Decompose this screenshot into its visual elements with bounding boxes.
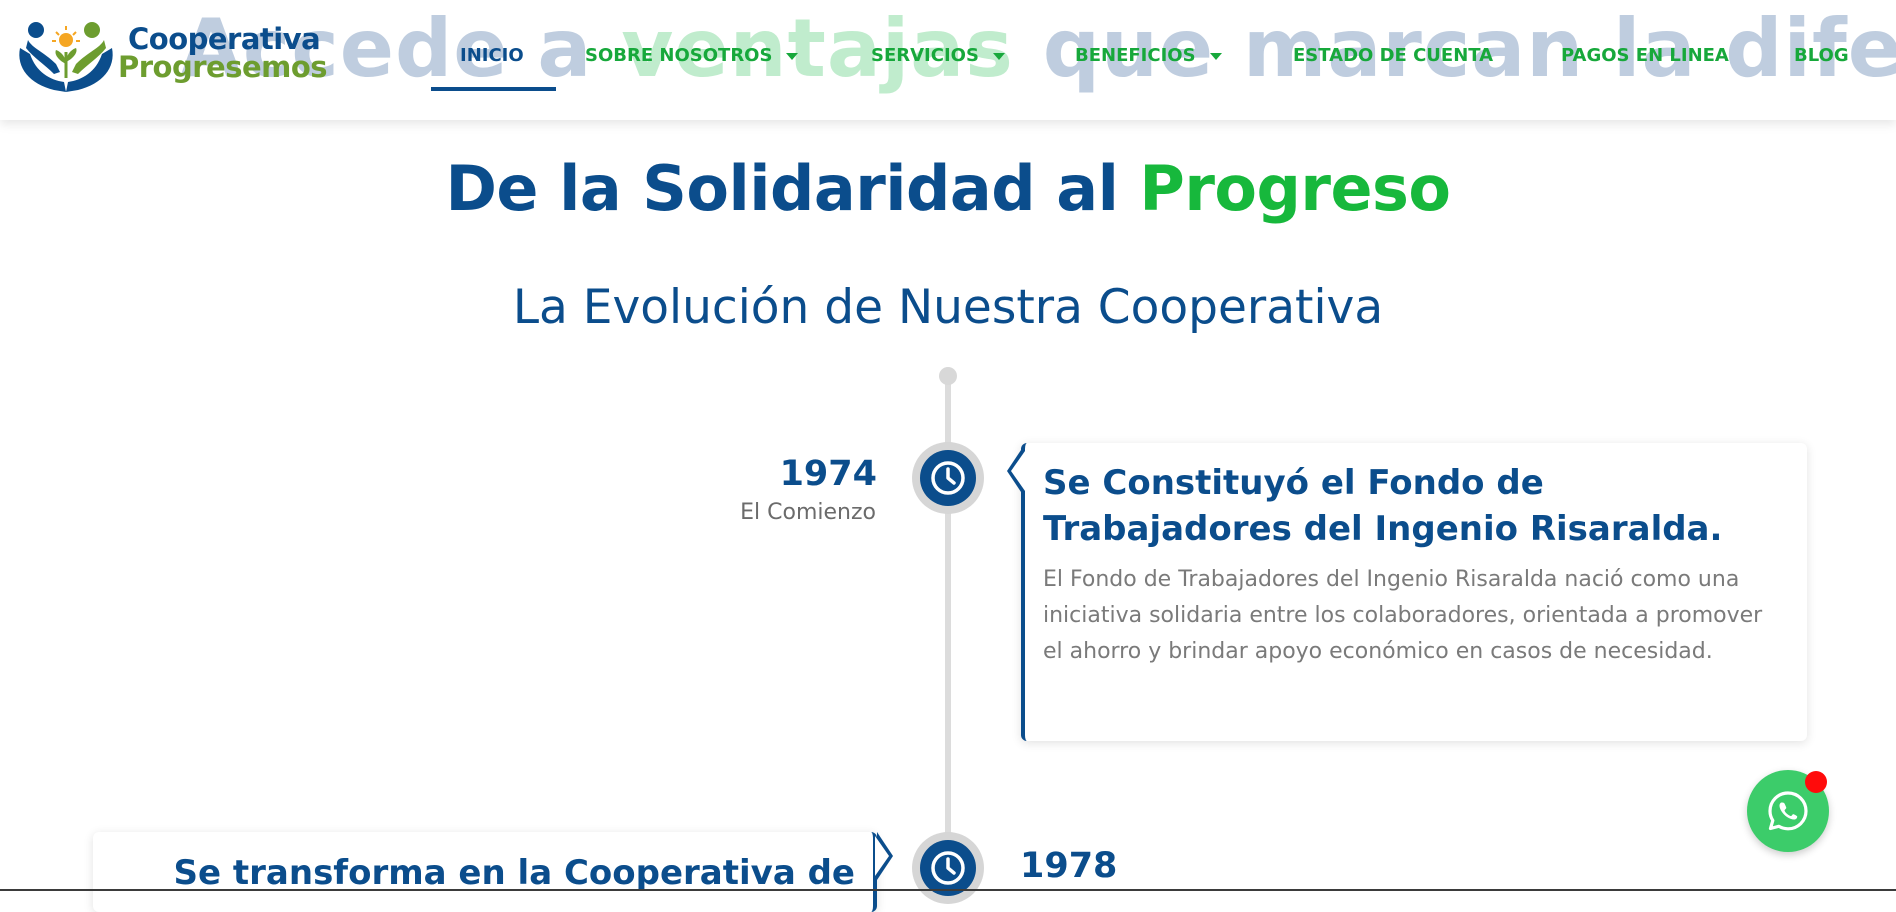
nav-item-label: SERVICIOS (871, 45, 979, 66)
nav-item-estado-de-cuenta[interactable]: ESTADO DE CUENTA (1293, 40, 1493, 72)
timeline-card-text: El Fondo de Trabajadores del Ingenio Ris… (1043, 567, 1763, 664)
site-header: Accede a ventajas que marcan la diferenc… (0, 0, 1896, 120)
nav-item-servicios[interactable]: SERVICIOS (871, 40, 1005, 72)
chevron-down-icon (1209, 52, 1222, 60)
timeline-marker (912, 832, 984, 904)
chevron-down-icon (992, 52, 1005, 60)
nav-item-label: SOBRE NOSOTROS (585, 45, 773, 66)
timeline-marker (912, 442, 984, 514)
nav-item-beneficios[interactable]: BENEFICIOS (1075, 40, 1222, 72)
nav-item-label: INICIO (460, 45, 524, 66)
nav-item-pagos-en-linea[interactable]: PAGOS EN LINEA (1561, 40, 1729, 72)
page-subtitle: La Evolución de Nuestra Cooperativa (512, 280, 1384, 335)
timeline-card: Se transforma en la Cooperativa de (93, 832, 893, 912)
timeline-card-title: Se Constituyó el Fondo de Trabajadores d… (1043, 463, 1723, 549)
timeline-card: Se Constituyó el Fondo de Trabajadores d… (1007, 443, 1807, 741)
brand-logo[interactable]: Cooperativa Progresemos (14, 18, 344, 96)
nav-item-label: PAGOS EN LINEA (1561, 45, 1729, 66)
nav-item-label: BLOG (1794, 45, 1849, 66)
page-title-part1: De la Solidaridad al (445, 152, 1140, 225)
timeline-start-dot (939, 367, 957, 385)
brand-name-line2: Progresemos (118, 50, 328, 84)
nav-item-label: ESTADO DE CUENTA (1293, 45, 1494, 66)
timeline-year: 1978 (1020, 846, 1118, 886)
page-title-highlight: Progreso (1139, 152, 1451, 225)
chevron-down-icon (786, 52, 799, 60)
whatsapp-icon (1768, 791, 1808, 831)
nav-item-blog[interactable]: BLOG (1794, 40, 1849, 72)
timeline-year: 1974 (779, 454, 877, 494)
nav-item-label: BENEFICIOS (1075, 45, 1196, 66)
nav-item-inicio[interactable]: INICIO (460, 40, 524, 72)
nav-item-sobre-nosotros[interactable]: SOBRE NOSOTROS (585, 40, 799, 72)
timeline-year-label: El Comienzo (740, 500, 876, 525)
nav-active-indicator (431, 87, 556, 91)
clock-icon (931, 461, 965, 495)
logo-hands-icon (19, 22, 113, 92)
page-title: De la Solidaridad al Progreso (0, 152, 1896, 225)
notification-dot (1805, 771, 1827, 793)
clock-icon (931, 851, 965, 885)
